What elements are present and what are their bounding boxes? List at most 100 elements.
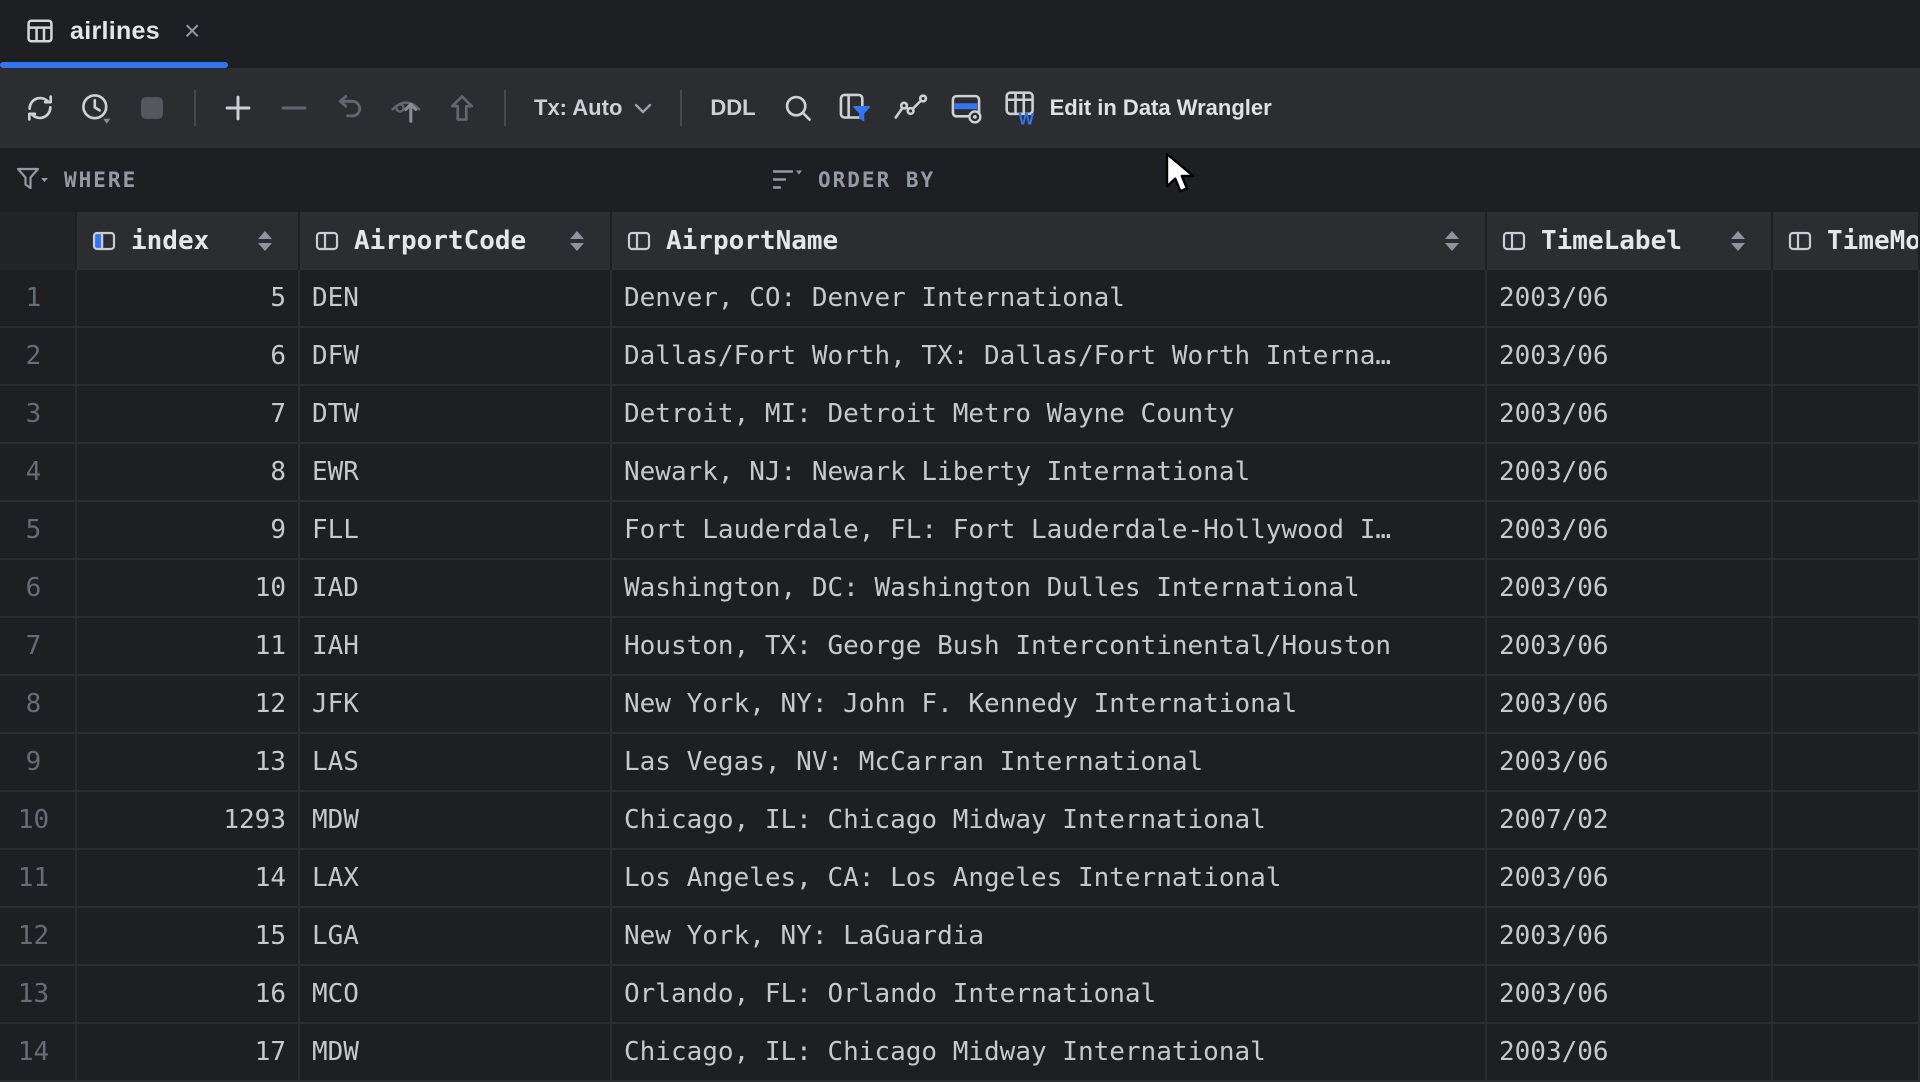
cell-airportname[interactable]: Chicago, IL: Chicago Midway Internationa… [612,1024,1487,1082]
cell-timelabel[interactable]: 2003/06 [1487,734,1773,792]
column-header-airportcode[interactable]: AirportCode [300,212,612,270]
cell-timelabel[interactable]: 2003/06 [1487,966,1773,1024]
cell-timemonth[interactable] [1773,966,1920,1024]
where-clause-field[interactable]: WHERE [0,167,137,193]
cell-airportcode[interactable]: LGA [300,908,612,966]
cell-airportcode[interactable]: MDW [300,1024,612,1082]
row-number[interactable]: 10 [0,792,77,850]
cell-timemonth[interactable] [1773,1024,1920,1082]
cell-index[interactable]: 17 [77,1024,300,1082]
cell-timemonth[interactable] [1773,386,1920,444]
cell-index[interactable]: 11 [77,618,300,676]
sort-toggle-icon[interactable] [1445,231,1459,251]
cell-airportname[interactable]: Las Vegas, NV: McCarran International [612,734,1487,792]
stop-button[interactable] [124,80,180,136]
cell-airportname[interactable]: Chicago, IL: Chicago Midway Internationa… [612,792,1487,850]
cell-timelabel[interactable]: 2003/06 [1487,502,1773,560]
search-button[interactable] [770,80,826,136]
cell-timemonth[interactable] [1773,270,1920,328]
tx-mode-dropdown[interactable]: Tx: Auto [520,95,666,121]
row-number[interactable]: 2 [0,328,77,386]
data-views-button[interactable] [938,80,994,136]
chart-button[interactable] [882,80,938,136]
cell-timelabel[interactable]: 2003/06 [1487,1024,1773,1082]
cell-airportcode[interactable]: EWR [300,444,612,502]
cell-airportname[interactable]: Denver, CO: Denver International [612,270,1487,328]
add-row-button[interactable] [210,80,266,136]
cell-airportname[interactable]: Orlando, FL: Orlando International [612,966,1487,1024]
cell-index[interactable]: 5 [77,270,300,328]
column-header-airportname[interactable]: AirportName [612,212,1487,270]
cell-airportcode[interactable]: DFW [300,328,612,386]
cell-index[interactable]: 7 [77,386,300,444]
row-number[interactable]: 5 [0,502,77,560]
column-header-index[interactable]: index [77,212,300,270]
cell-airportcode[interactable]: IAH [300,618,612,676]
cell-timemonth[interactable] [1773,328,1920,386]
order-by-field[interactable]: ORDER BY [772,148,935,212]
undo-button[interactable] [322,80,378,136]
cell-airportname[interactable]: New York, NY: John F. Kennedy Internatio… [612,676,1487,734]
row-number[interactable]: 3 [0,386,77,444]
sort-toggle-icon[interactable] [258,231,272,251]
cell-airportcode[interactable]: DEN [300,270,612,328]
sort-toggle-icon[interactable] [570,231,584,251]
history-button[interactable] [68,80,124,136]
cell-timemonth[interactable] [1773,444,1920,502]
data-wrangler-button[interactable]: W Edit in Data Wrangler [994,88,1280,128]
row-number[interactable]: 8 [0,676,77,734]
row-number[interactable]: 9 [0,734,77,792]
cell-timemonth[interactable] [1773,676,1920,734]
cell-airportcode[interactable]: IAD [300,560,612,618]
row-number[interactable]: 4 [0,444,77,502]
cell-index[interactable]: 1293 [77,792,300,850]
filter-rows-button[interactable] [826,80,882,136]
cell-airportname[interactable]: Detroit, MI: Detroit Metro Wayne County [612,386,1487,444]
preview-changes-button[interactable] [378,80,434,136]
cell-airportname[interactable]: Fort Lauderdale, FL: Fort Lauderdale-Hol… [612,502,1487,560]
cell-timelabel[interactable]: 2003/06 [1487,386,1773,444]
cell-airportname[interactable]: Los Angeles, CA: Los Angeles Internation… [612,850,1487,908]
cell-timelabel[interactable]: 2003/06 [1487,328,1773,386]
cell-timelabel[interactable]: 2003/06 [1487,560,1773,618]
cell-airportname[interactable]: New York, NY: LaGuardia [612,908,1487,966]
cell-timelabel[interactable]: 2003/06 [1487,850,1773,908]
row-number[interactable]: 11 [0,850,77,908]
cell-airportcode[interactable]: DTW [300,386,612,444]
cell-index[interactable]: 13 [77,734,300,792]
cell-timemonth[interactable] [1773,502,1920,560]
tab-airlines[interactable]: airlines × [0,0,224,62]
delete-row-button[interactable] [266,80,322,136]
cell-index[interactable]: 9 [77,502,300,560]
ddl-button[interactable]: DDL [696,95,769,121]
cell-airportcode[interactable]: LAS [300,734,612,792]
cell-index[interactable]: 14 [77,850,300,908]
cell-index[interactable]: 15 [77,908,300,966]
cell-index[interactable]: 16 [77,966,300,1024]
column-header-timelabel[interactable]: TimeLabel [1487,212,1773,270]
cell-timemonth[interactable] [1773,560,1920,618]
row-number[interactable]: 12 [0,908,77,966]
cell-timelabel[interactable]: 2003/06 [1487,270,1773,328]
cell-index[interactable]: 6 [77,328,300,386]
cell-index[interactable]: 8 [77,444,300,502]
cell-index[interactable]: 10 [77,560,300,618]
cell-airportcode[interactable]: JFK [300,676,612,734]
cell-timelabel[interactable]: 2003/06 [1487,676,1773,734]
sort-toggle-icon[interactable] [1731,231,1745,251]
cell-airportname[interactable]: Houston, TX: George Bush Intercontinenta… [612,618,1487,676]
cell-timelabel[interactable]: 2003/06 [1487,908,1773,966]
cell-airportcode[interactable]: MCO [300,966,612,1024]
cell-airportcode[interactable]: MDW [300,792,612,850]
cell-airportname[interactable]: Newark, NJ: Newark Liberty International [612,444,1487,502]
cell-index[interactable]: 12 [77,676,300,734]
reload-button[interactable] [12,80,68,136]
row-number[interactable]: 7 [0,618,77,676]
row-number[interactable]: 6 [0,560,77,618]
cell-timemonth[interactable] [1773,792,1920,850]
cell-timemonth[interactable] [1773,618,1920,676]
cell-timelabel[interactable]: 2003/06 [1487,444,1773,502]
cell-airportname[interactable]: Dallas/Fort Worth, TX: Dallas/Fort Worth… [612,328,1487,386]
submit-button[interactable] [434,80,490,136]
row-number[interactable]: 13 [0,966,77,1024]
